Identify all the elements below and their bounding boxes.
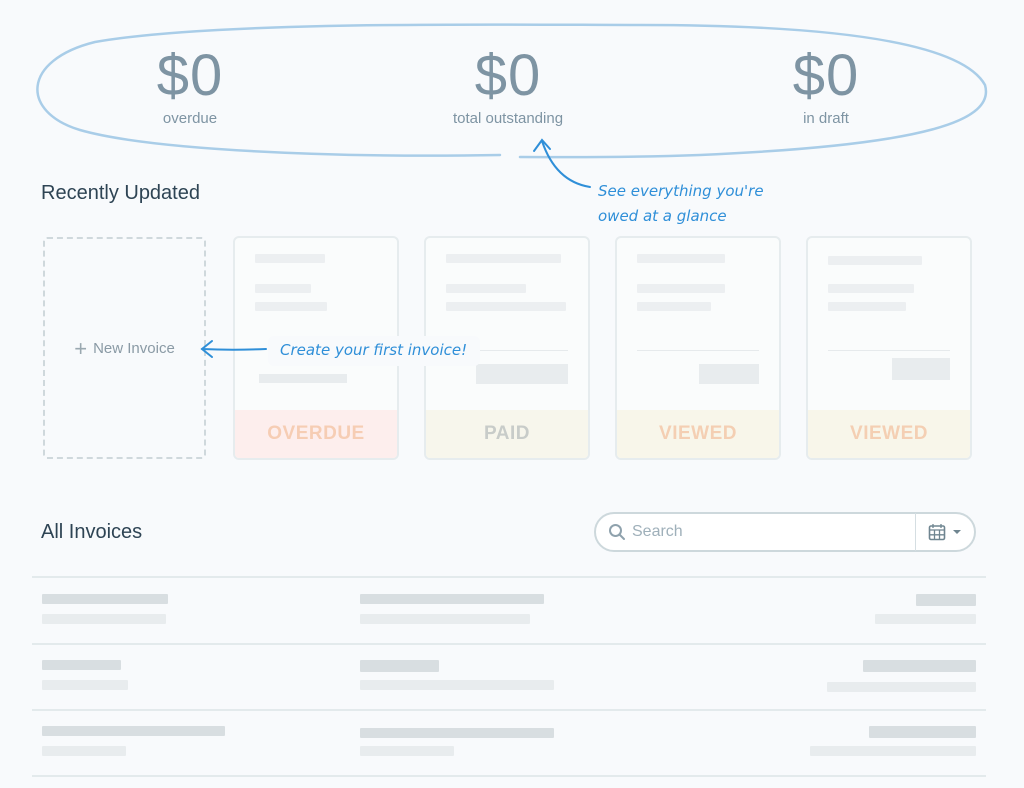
status-badge: VIEWED: [808, 410, 970, 458]
status-badge: PAID: [426, 410, 588, 458]
invoice-card[interactable]: VIEWED: [806, 236, 972, 460]
status-badge: VIEWED: [617, 410, 779, 458]
annotation-arrow-up-icon: [533, 138, 591, 188]
search-icon: [609, 524, 625, 540]
search-input[interactable]: [626, 517, 915, 547]
status-badge: OVERDUE: [235, 410, 397, 458]
stat-amount: $0: [792, 43, 860, 108]
chevron-down-icon: [953, 530, 961, 534]
invoice-card[interactable]: VIEWED: [615, 236, 781, 460]
table-divider: [32, 709, 986, 711]
annotation-line: See everything you're: [598, 182, 764, 200]
recently-updated-title: Recently Updated: [41, 182, 200, 204]
date-filter-button[interactable]: [916, 514, 974, 550]
search-bar: [594, 512, 976, 552]
stat-amount: $0: [156, 43, 224, 108]
stat-overdue[interactable]: $0 overdue: [80, 43, 300, 128]
stat-amount: $0: [474, 43, 542, 108]
annotation-glance: See everything you're owed at a glance: [598, 179, 764, 229]
stat-in-draft[interactable]: $0 in draft: [716, 43, 936, 128]
table-divider: [32, 576, 986, 578]
stat-label: in draft: [803, 110, 849, 127]
stat-label: overdue: [162, 110, 218, 127]
table-divider: [32, 643, 986, 645]
calendar-icon: [928, 524, 946, 541]
plus-icon: +: [74, 335, 88, 361]
new-invoice-button[interactable]: + New Invoice: [43, 237, 206, 459]
table-divider: [32, 775, 986, 777]
new-invoice-label: New Invoice: [93, 339, 175, 357]
annotation-create-first: Create your first invoice!: [280, 341, 468, 359]
annotation-arrow-left-icon: [200, 340, 267, 358]
stat-label: total outstanding: [452, 110, 564, 127]
stat-total-outstanding[interactable]: $0 total outstanding: [398, 43, 618, 128]
annotation-line: owed at a glance: [598, 207, 727, 225]
all-invoices-title: All Invoices: [41, 521, 143, 543]
